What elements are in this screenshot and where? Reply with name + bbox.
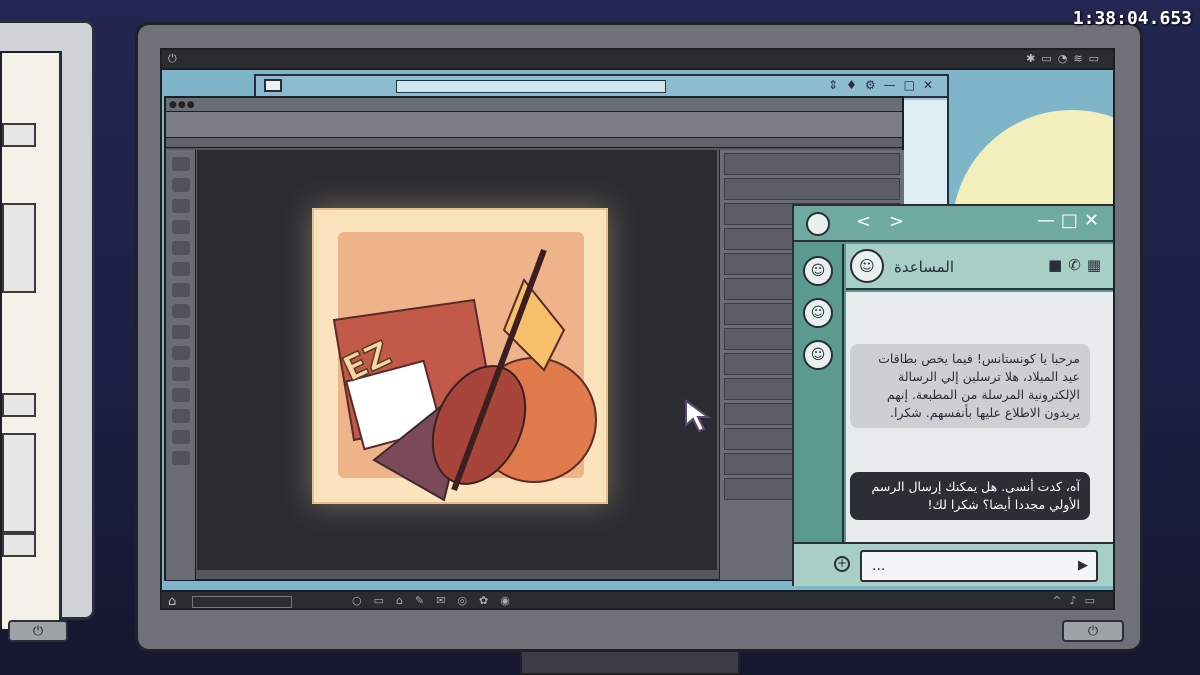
cursor-icon [685,399,712,433]
paint-tool-palette [166,150,196,580]
avatar: ☺ [850,249,884,283]
lasso-tool-icon[interactable] [171,199,190,213]
chat-actions[interactable]: ■✆▦ [1048,256,1107,274]
forward-arrow-icon[interactable]: > [889,211,910,232]
mail-search-input[interactable] [396,80,666,93]
left-screen-panel [2,203,36,293]
taskbar-field[interactable] [192,596,292,608]
incoming-message: مرحبا يا كونستانس! فيما يخص بطاقات عيد ا… [850,344,1090,428]
left-screen-panel [2,433,36,533]
back-arrow-icon[interactable]: < [856,211,877,232]
left-screen-panel [2,123,36,147]
zoom-tool-icon[interactable] [171,346,190,360]
color-swatch-icon[interactable] [171,451,190,465]
monitor-power-button[interactable]: ⏻ [1062,620,1124,642]
paint-tab-strip [166,138,902,148]
send-icon[interactable]: ▶ [1078,558,1088,573]
video-call-icon[interactable]: ■ [1048,256,1068,274]
chat-window: < > —□✕ ☺ ☺ ☺ ☺ المساعدة ■✆▦ مرحبا يا كو… [792,204,1113,586]
panel-row[interactable] [724,153,900,175]
chat-window-controls[interactable]: —□✕ [1037,210,1105,231]
outgoing-message: آه، كدت أنسى. هل يمكنك إرسال الرسم الأول… [850,472,1090,520]
chat-input-row: + ... ▶ [794,542,1113,586]
phone-icon[interactable]: ✆ [1068,256,1087,274]
top-system-bar: ⏻ ✱▭◔≋▭ [162,50,1113,70]
left-monitor-power-button[interactable]: ⏻ [8,620,68,642]
paint-window-controls[interactable]: ●●● [169,100,196,110]
left-monitor [0,20,95,631]
pen-tool-icon[interactable] [171,367,190,381]
select-tool-icon[interactable] [171,178,190,192]
power-icon[interactable]: ⏻ [168,52,177,66]
brush-tool-icon[interactable] [171,283,190,297]
mail-icon [264,79,282,92]
contact-avatar[interactable]: ☺ [803,256,833,286]
home-icon[interactable]: ⌂ [168,594,176,608]
mail-window-controls[interactable]: ⇕♦⚙—□✕ [828,78,941,92]
artwork-canvas: EZ [312,208,608,504]
taskbar-app-icons[interactable]: ○▭⌂✎✉◎✿◉ [352,594,522,607]
chat-messages: مرحبا يا كونستانس! فيما يخص بطاقات عيد ا… [846,292,1113,542]
chat-title-bar: < > —□✕ [794,206,1113,242]
move-tool-icon[interactable] [171,157,190,171]
taskbar-tray-icons: ^♪▭ [1052,594,1103,607]
message-input[interactable]: ... ▶ [860,550,1098,582]
chat-nav-arrows[interactable]: < > [856,211,910,232]
message-input-text: ... [872,558,886,574]
apps-icon[interactable]: ▦ [1087,256,1107,274]
chat-header: ☺ المساعدة ■✆▦ [846,244,1113,290]
system-tray-icons: ✱▭◔≋▭ [1026,52,1105,65]
eyedropper-tool-icon[interactable] [171,262,190,276]
paint-title-bar: ●●● [166,98,902,112]
power-icon: ⏻ [1087,623,1099,639]
add-icon[interactable]: + [834,556,850,572]
left-screen-panel [2,533,36,557]
monitor-stand [520,650,740,675]
hand-tool-icon[interactable] [171,430,190,444]
left-screen-panel [2,393,36,417]
mail-title-bar: ⇕♦⚙—□✕ [256,76,947,98]
contact-avatar[interactable]: ☺ [803,298,833,328]
text-tool-icon[interactable] [171,388,190,402]
speedrun-timer: 1:38:04.653 [1072,8,1192,29]
chat-contacts-sidebar: ☺ ☺ ☺ [794,244,844,542]
desktop-screen: ⏻ ✱▭◔≋▭ ⇕♦⚙—□✕ ●●● EZ ⌂ ○▭⌂✎✉◎✿◉ ^♪▭ < >… [160,48,1115,610]
paint-toolbar [166,112,902,138]
fill-tool-icon[interactable] [171,325,190,339]
panel-row[interactable] [724,178,900,200]
left-monitor-screen [0,51,62,631]
crop-tool-icon[interactable] [171,241,190,255]
violin-artwork: EZ [332,248,597,502]
wand-tool-icon[interactable] [171,220,190,234]
chat-app-logo-icon [806,212,830,236]
taskbar: ⌂ ○▭⌂✎✉◎✿◉ ^♪▭ [162,590,1113,608]
chat-contact-name: المساعدة [894,258,955,276]
power-icon: ⏻ [32,623,44,639]
eraser-tool-icon[interactable] [171,304,190,318]
shape-tool-icon[interactable] [171,409,190,423]
contact-avatar[interactable]: ☺ [803,340,833,370]
